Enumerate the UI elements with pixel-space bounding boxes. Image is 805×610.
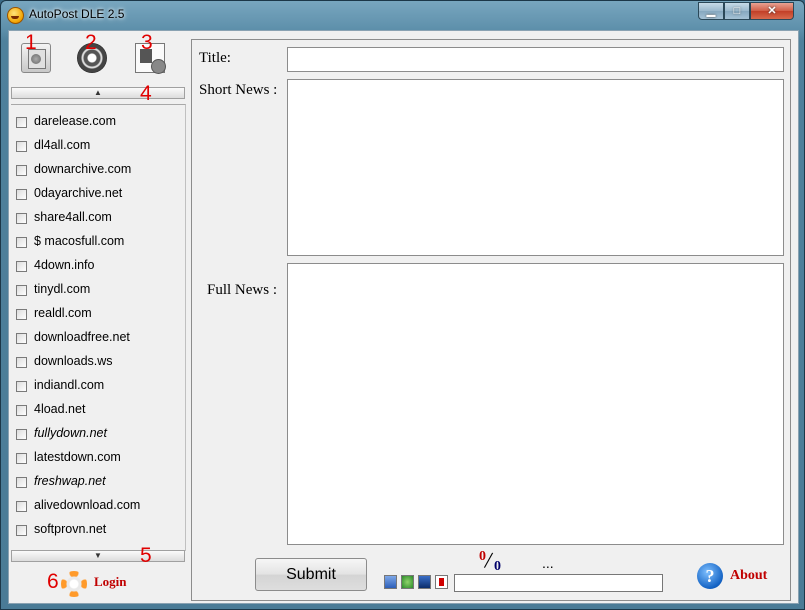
- site-label: 4load.net: [34, 402, 86, 416]
- label-number-6: 6: [47, 570, 59, 593]
- site-checkbox[interactable]: [16, 477, 27, 488]
- chevron-up-icon: ▲: [94, 88, 102, 97]
- site-checkbox[interactable]: [16, 165, 27, 176]
- short-news-label: Short News :: [199, 82, 278, 98]
- site-checkbox[interactable]: [16, 117, 27, 128]
- site-list-scroll-down-button[interactable]: ▼: [11, 550, 185, 562]
- site-label: downloads.ws: [34, 354, 113, 368]
- site-label: freshwap.net: [34, 474, 106, 488]
- site-label: darelease.com: [34, 114, 116, 128]
- site-label: dl4all.com: [34, 138, 91, 152]
- site-item-softprovn[interactable]: softprovn.net: [11, 521, 181, 541]
- label-number-1: 1: [25, 31, 37, 54]
- stop-tool-icon[interactable]: [435, 575, 448, 589]
- login-gear-icon[interactable]: [61, 571, 87, 597]
- site-item-downarchive[interactable]: downarchive.com: [11, 161, 181, 181]
- window-title: AutoPost DLE 2.5: [29, 7, 125, 21]
- site-item-share4all[interactable]: share4all.com: [11, 209, 181, 229]
- smiley-app-icon: [7, 7, 24, 24]
- site-label: $ macosfull.com: [34, 234, 125, 248]
- site-checkbox[interactable]: [16, 261, 27, 272]
- full-news-label: Full News :: [207, 282, 278, 298]
- site-item-indiandl[interactable]: indiandl.com: [11, 377, 181, 397]
- close-icon: ✕: [767, 5, 777, 17]
- minimize-icon: ▁: [706, 5, 716, 17]
- maximize-icon: □: [733, 5, 741, 17]
- minimize-button[interactable]: ▁: [698, 2, 724, 20]
- status-text: ...: [542, 555, 554, 571]
- site-checkbox[interactable]: [16, 309, 27, 320]
- about-link[interactable]: About: [730, 568, 767, 584]
- title-input[interactable]: [287, 47, 784, 72]
- site-item-darelease[interactable]: darelease.com: [11, 113, 181, 133]
- site-label: softprovn.net: [34, 522, 107, 536]
- site-list-scroll-up-button[interactable]: ▲: [11, 87, 185, 99]
- site-item-dl4all[interactable]: dl4all.com: [11, 137, 181, 157]
- maximize-button[interactable]: □: [724, 2, 750, 20]
- site-list: darelease.com dl4all.com downarchive.com…: [11, 104, 186, 551]
- site-item-latestdown[interactable]: latestdown.com: [11, 449, 181, 469]
- site-label: fullydown.net: [34, 426, 107, 440]
- close-button[interactable]: ✕: [750, 2, 794, 20]
- site-item-freshwap[interactable]: freshwap.net: [11, 473, 181, 493]
- site-checkbox[interactable]: [16, 501, 27, 512]
- site-label: 4down.info: [34, 258, 95, 272]
- total-count: 0: [494, 559, 501, 574]
- site-item-realdl[interactable]: realdl.com: [11, 305, 181, 325]
- globe-tool-icon[interactable]: [401, 575, 414, 589]
- site-item-macosfull[interactable]: $ macosfull.com: [11, 233, 181, 253]
- title-label: Title:: [199, 50, 231, 66]
- site-checkbox[interactable]: [16, 405, 27, 416]
- site-item-alivedownload[interactable]: alivedownload.com: [11, 497, 181, 517]
- site-checkbox[interactable]: [16, 285, 27, 296]
- site-label: indiandl.com: [34, 378, 105, 392]
- site-label: downarchive.com: [34, 162, 132, 176]
- site-checkbox[interactable]: [16, 525, 27, 536]
- screen-tool-icon[interactable]: [418, 575, 431, 589]
- site-label: alivedownload.com: [34, 498, 141, 512]
- site-label: share4all.com: [34, 210, 112, 224]
- help-icon[interactable]: ?: [697, 563, 723, 589]
- site-item-downloads-ws[interactable]: downloads.ws: [11, 353, 181, 373]
- client-area: 1 2 3 ▲ 4 darelease.com dl4all.com downa…: [8, 30, 799, 604]
- site-item-4down[interactable]: 4down.info: [11, 257, 181, 277]
- site-checkbox[interactable]: [16, 453, 27, 464]
- short-news-textarea[interactable]: [287, 79, 784, 256]
- site-item-fullydown[interactable]: fullydown.net: [11, 425, 181, 445]
- site-label: realdl.com: [34, 306, 92, 320]
- site-checkbox[interactable]: [16, 141, 27, 152]
- site-checkbox[interactable]: [16, 189, 27, 200]
- site-label: 0dayarchive.net: [34, 186, 123, 200]
- site-checkbox[interactable]: [16, 381, 27, 392]
- site-checkbox[interactable]: [16, 429, 27, 440]
- full-news-textarea[interactable]: [287, 263, 784, 545]
- label-number-3: 3: [141, 31, 153, 54]
- site-item-downloadfree[interactable]: downloadfree.net: [11, 329, 181, 349]
- site-label: downloadfree.net: [34, 330, 130, 344]
- site-checkbox[interactable]: [16, 237, 27, 248]
- site-checkbox[interactable]: [16, 213, 27, 224]
- site-label: tinydl.com: [34, 282, 91, 296]
- site-item-tinydl[interactable]: tinydl.com: [11, 281, 181, 301]
- title-bar[interactable]: AutoPost DLE 2.5 ▁ □ ✕: [1, 1, 804, 29]
- image-tool-icon[interactable]: [384, 575, 397, 589]
- label-number-2: 2: [85, 31, 97, 54]
- site-checkbox[interactable]: [16, 333, 27, 344]
- login-link[interactable]: Login: [94, 574, 127, 590]
- label-number-4: 4: [140, 82, 152, 105]
- site-item-0dayarchive[interactable]: 0dayarchive.net: [11, 185, 181, 205]
- chevron-down-icon: ▼: [94, 551, 102, 560]
- site-item-4load[interactable]: 4load.net: [11, 401, 181, 421]
- post-editor-panel: Title: Short News : Full News : Submit 0…: [191, 39, 791, 601]
- site-label: latestdown.com: [34, 450, 121, 464]
- label-number-5: 5: [140, 544, 152, 567]
- submit-button[interactable]: Submit: [255, 558, 367, 591]
- site-checkbox[interactable]: [16, 357, 27, 368]
- progress-bar: [454, 574, 663, 592]
- app-window: AutoPost DLE 2.5 ▁ □ ✕ 1 2 3 ▲ 4 darelea…: [0, 0, 805, 610]
